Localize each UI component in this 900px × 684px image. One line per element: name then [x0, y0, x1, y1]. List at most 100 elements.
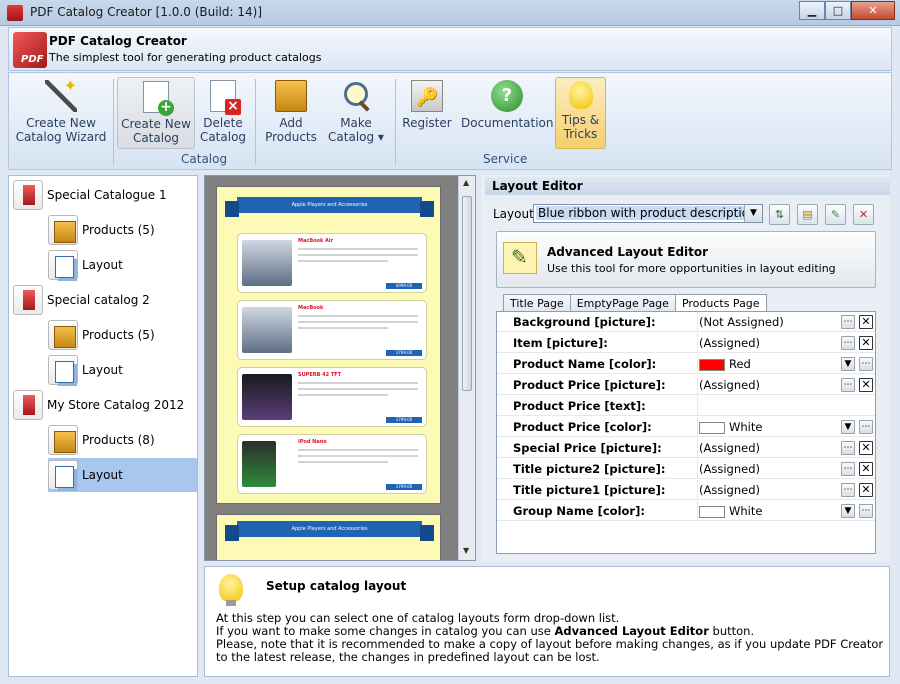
chevron-down-icon[interactable]: ▼ — [841, 420, 855, 434]
create-catalog-button[interactable]: Create New Catalog — [117, 77, 195, 149]
clear-icon[interactable]: ✕ — [859, 441, 873, 455]
tree-item-label: Products (8) — [82, 433, 155, 447]
tree-layout-item[interactable]: Layout — [48, 248, 197, 282]
apply-layout-icon[interactable]: ⇅ — [769, 204, 790, 225]
tab-emptypage-page[interactable]: EmptyPage Page — [569, 294, 676, 312]
property-name: Title picture2 [picture]: — [513, 462, 666, 476]
catalog-preview[interactable]: Apple Players and Accessories MacBook Ai… — [204, 175, 476, 561]
preview-product-card: SUPERB 42 TFT 1799.00 — [237, 367, 427, 427]
minimize-button[interactable]: ▁ — [799, 1, 825, 20]
delete-catalog-button[interactable]: Delete Catalog — [197, 77, 249, 149]
make-catalog-button[interactable]: Make Catalog ▾ — [327, 77, 385, 149]
grid-divider — [697, 438, 698, 458]
property-value: (Not Assigned) — [699, 315, 784, 329]
preview-product-name: iPod Nano — [298, 439, 327, 445]
property-row[interactable]: Background [picture]: (Not Assigned) ⋯ ✕ — [497, 312, 875, 332]
property-name: Item [picture]: — [513, 336, 608, 350]
grid-divider — [697, 396, 698, 416]
add-products-label: Add Products — [265, 116, 317, 144]
add-products-button[interactable]: Add Products — [261, 77, 321, 149]
property-name: Product Price [color]: — [513, 420, 652, 434]
open-layout-icon[interactable]: ▤ — [797, 204, 818, 225]
text-line — [298, 394, 388, 396]
edit-layout-icon[interactable]: ✎ — [825, 204, 846, 225]
help-globe-icon: ? — [491, 80, 523, 112]
chevron-down-icon[interactable]: ▼ — [841, 357, 855, 371]
browse-button[interactable]: ⋯ — [841, 483, 855, 497]
grid-divider — [697, 312, 698, 332]
preview-scrollbar[interactable]: ▲ ▼ — [458, 176, 475, 560]
property-name: Group Name [color]: — [513, 504, 645, 518]
tree-catalog-item[interactable]: Special Catalogue 1 — [13, 178, 197, 212]
tree-products-item[interactable]: Products (8) — [48, 423, 197, 457]
tab-title-page[interactable]: Title Page — [503, 294, 571, 312]
clear-icon[interactable]: ✕ — [859, 315, 873, 329]
tips-tricks-button[interactable]: Tips & Tricks — [555, 77, 606, 149]
browse-button[interactable]: ⋯ — [841, 336, 855, 350]
color-swatch — [699, 421, 725, 434]
preview-price: 1799.00 — [386, 484, 422, 490]
tree-products-item[interactable]: Products (5) — [48, 213, 197, 247]
layout-editor-panel: Layout Editor Layout Blue ribbon with pr… — [481, 175, 890, 561]
info-emphasis: Advanced Layout Editor — [554, 624, 709, 638]
property-row[interactable]: Product Price [color]: White ▼ ⋯ — [497, 417, 875, 437]
tree-products-item[interactable]: Products (5) — [48, 318, 197, 352]
preview-product-card: MacBook 1799.00 — [237, 300, 427, 360]
browse-button[interactable]: ⋯ — [841, 378, 855, 392]
property-row[interactable]: Product Price [text]: — [497, 396, 875, 416]
register-button[interactable]: Register — [401, 77, 453, 149]
layout-select-value: Blue ribbon with product description — [536, 206, 759, 220]
property-row[interactable]: Title picture1 [picture]: (Assigned) ⋯ ✕ — [497, 480, 875, 500]
grid-divider — [697, 459, 698, 479]
window-title: PDF Catalog Creator [1.0.0 (Build: 14)] — [30, 5, 262, 19]
advanced-layout-editor-button[interactable]: Advanced Layout Editor Use this tool for… — [496, 231, 876, 288]
chevron-down-icon[interactable]: ▼ — [841, 504, 855, 518]
clear-icon[interactable]: ✕ — [859, 378, 873, 392]
tree-catalog-item[interactable]: Special catalog 2 — [13, 283, 197, 317]
property-row[interactable]: Product Price [picture]: (Assigned) ⋯ ✕ — [497, 375, 875, 395]
text-line — [298, 382, 418, 384]
title-bar: PDF Catalog Creator [1.0.0 (Build: 14)] … — [0, 0, 900, 26]
property-value: (Assigned) — [699, 378, 760, 392]
tree-item-label: Special Catalogue 1 — [47, 188, 167, 202]
delete-layout-icon[interactable]: ✕ — [853, 204, 874, 225]
register-key-icon — [411, 80, 443, 112]
documentation-button[interactable]: ? Documentation — [461, 77, 554, 149]
property-value: (Assigned) — [699, 462, 760, 476]
create-wizard-button[interactable]: Create New Catalog Wizard — [13, 76, 109, 149]
app-subtitle: The simplest tool for generating product… — [49, 51, 322, 64]
text-line — [298, 455, 418, 457]
preview-page: Apple Players and Accessories MacBook Ai… — [216, 186, 441, 504]
property-row[interactable]: Special Price [picture]: (Assigned) ⋯ ✕ — [497, 438, 875, 458]
edit-note-icon — [503, 242, 537, 274]
maximize-button[interactable]: □ — [825, 1, 851, 20]
browse-button[interactable]: ⋯ — [859, 420, 873, 434]
browse-button[interactable]: ⋯ — [841, 462, 855, 476]
tree-catalog-item[interactable]: My Store Catalog 2012 — [13, 388, 197, 422]
scroll-down-icon[interactable]: ▼ — [463, 546, 469, 555]
grid-divider — [697, 501, 698, 521]
color-name: White — [729, 504, 763, 518]
clear-icon[interactable]: ✕ — [859, 336, 873, 350]
preview-product-card: MacBook Air $999.00 — [237, 233, 427, 293]
close-button[interactable]: ✕ — [851, 1, 895, 20]
clear-icon[interactable]: ✕ — [859, 462, 873, 476]
property-row[interactable]: Title picture2 [picture]: (Assigned) ⋯ ✕ — [497, 459, 875, 479]
property-row[interactable]: Product Name [color]: Red ▼ ⋯ — [497, 354, 875, 374]
tree-layout-item[interactable]: Layout — [48, 353, 197, 387]
preview-price: 1799.00 — [386, 350, 422, 356]
browse-button[interactable]: ⋯ — [841, 441, 855, 455]
scrollbar-thumb[interactable] — [462, 196, 472, 391]
layout-pages-icon — [48, 355, 78, 385]
property-row[interactable]: Item [picture]: (Assigned) ⋯ ✕ — [497, 333, 875, 353]
scroll-up-icon[interactable]: ▲ — [463, 178, 469, 187]
layout-select[interactable]: Blue ribbon with product description ▼ — [533, 204, 763, 223]
clear-icon[interactable]: ✕ — [859, 483, 873, 497]
tree-layout-item-selected[interactable]: Layout — [48, 458, 197, 492]
property-row[interactable]: Group Name [color]: White ▼ ⋯ — [497, 501, 875, 521]
browse-button[interactable]: ⋯ — [859, 504, 873, 518]
browse-button[interactable]: ⋯ — [841, 315, 855, 329]
browse-button[interactable]: ⋯ — [859, 357, 873, 371]
preview-banner: Apple Players and Accessories — [225, 197, 434, 217]
chevron-down-icon[interactable]: ▼ — [744, 205, 762, 222]
